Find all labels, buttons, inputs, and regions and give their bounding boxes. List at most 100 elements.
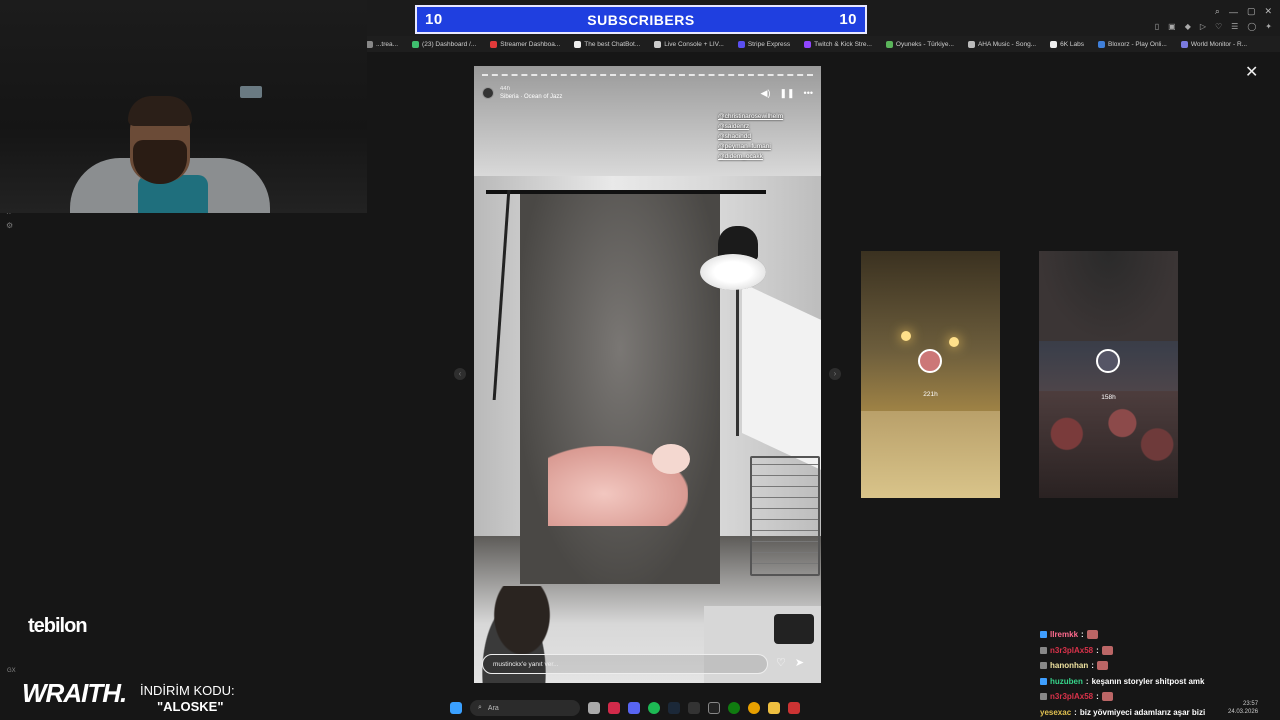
subscriber-banner: 10 SUBSCRIBERS 10 — [415, 5, 867, 34]
epic-games-icon[interactable] — [688, 702, 700, 714]
chat-text: biz yövmiyeci adamlarız aşar bizi — [1079, 707, 1206, 717]
bookmark-favicon-icon — [804, 40, 812, 48]
chat-message: huzuben: keşanın storyler shitpost amk — [1040, 674, 1280, 690]
bookmark-item[interactable]: ...trea... — [366, 40, 398, 48]
mention-tag[interactable]: @peyman_fumani — [718, 142, 783, 152]
close-viewer-icon[interactable]: ✕ — [1245, 62, 1258, 82]
speaker-icon[interactable]: ◀) — [761, 88, 771, 99]
side-story-thumbnail[interactable]: 221h — [861, 251, 1000, 498]
bookmark-item[interactable]: AHA Music - Song... — [967, 40, 1037, 48]
background-lamp — [240, 86, 262, 98]
bookmark-favicon-icon — [490, 40, 498, 48]
thumbnail-time: 221h — [923, 391, 938, 398]
bookmark-label: Twitch & Kick Stre... — [814, 40, 872, 48]
ai-icon[interactable]: ✦ — [1265, 22, 1272, 31]
windows-start-icon[interactable] — [450, 702, 462, 714]
next-story-button[interactable]: › — [829, 368, 841, 380]
story-music[interactable]: Siberia · Ocean of Jazz — [500, 94, 562, 100]
story-viewer[interactable]: 44h Siberia · Ocean of Jazz ◀) ❚❚ ••• @c… — [474, 66, 821, 683]
chat-username[interactable]: yesexac — [1040, 705, 1071, 720]
extension-icon[interactable]: ▣ — [1168, 22, 1176, 31]
chat-username[interactable]: hanonhan — [1050, 658, 1088, 674]
discord-icon[interactable] — [628, 702, 640, 714]
sidebar-icons: ·· ⚙ — [6, 208, 13, 232]
chat-username[interactable]: lIremkk — [1050, 627, 1078, 643]
spotify-icon[interactable] — [648, 702, 660, 714]
file-explorer-icon[interactable] — [588, 702, 600, 714]
bookmark-item[interactable]: Twitch & Kick Stre... — [804, 40, 872, 48]
system-clock[interactable]: 23:57 24.03.2026 — [1228, 700, 1258, 716]
bookmark-favicon-icon — [885, 40, 893, 48]
chat-username[interactable]: huzuben — [1050, 674, 1083, 690]
bookmark-item[interactable]: Oyuneks - Türkiye... — [885, 40, 954, 48]
equipment-cart — [750, 456, 820, 576]
xbox-icon[interactable] — [728, 702, 740, 714]
pause-icon[interactable]: ❚❚ — [779, 88, 794, 99]
close-window-icon[interactable]: ✕ — [1264, 6, 1272, 17]
chat-emote-icon — [1101, 645, 1113, 655]
chat-icon[interactable]: ◯ — [1247, 22, 1256, 31]
previous-story-button[interactable]: ‹ — [454, 368, 466, 380]
bookmark-label: AHA Music - Song... — [977, 40, 1037, 48]
bookmark-icon[interactable]: ▯ — [1155, 22, 1159, 31]
search-icon[interactable]: ⌕ — [1215, 6, 1220, 17]
restaurant-table — [861, 411, 1000, 498]
bookmark-label: Oyuneks - Türkiye... — [895, 40, 954, 48]
chat-text: keşanın storyler shitpost amk — [1091, 676, 1205, 686]
app-icon[interactable] — [788, 702, 800, 714]
story-avatar[interactable] — [482, 87, 494, 99]
bookmark-item[interactable]: Bloxorz - Play Onli... — [1097, 40, 1167, 48]
wraith-logo: WRAITH. — [22, 678, 127, 708]
bookmark-favicon-icon — [1050, 40, 1058, 48]
side-story-thumbnail[interactable]: 158h — [1039, 251, 1178, 498]
heart-icon[interactable]: ♡ — [1215, 22, 1222, 31]
chat-message: hanonhan: — [1040, 658, 1280, 674]
bookmark-label: Live Console + LIV... — [664, 40, 724, 48]
mention-tag[interactable]: @didem_ocakk — [718, 152, 783, 162]
chat-message: lIremkk: — [1040, 627, 1280, 643]
shield-icon[interactable]: ◆ — [1185, 22, 1191, 31]
subscriber-count-right: 10 — [839, 11, 857, 28]
bookmark-favicon-icon — [654, 40, 662, 48]
bookmark-favicon-icon — [366, 40, 373, 48]
bookmark-item[interactable]: Stripe Express — [737, 40, 790, 48]
bookmark-label: Streamer Dashboa... — [500, 40, 561, 48]
bookmark-item[interactable]: Streamer Dashboa... — [490, 40, 561, 48]
like-heart-icon[interactable]: ♡ — [776, 656, 786, 669]
folder-icon[interactable] — [768, 702, 780, 714]
chat-username[interactable]: n3r3plAx58 — [1050, 689, 1093, 705]
bookmark-item[interactable]: Live Console + LIV... — [654, 40, 724, 48]
maximize-icon[interactable]: ▢ — [1247, 6, 1256, 17]
settings-icon[interactable]: ⚙ — [6, 220, 13, 232]
mention-list: @christinarosewilhelm @saidenrz @shadihd… — [718, 112, 783, 162]
story-reply-input[interactable]: mustinckx'e yanıt ver... — [482, 654, 768, 674]
promo-code: "ALOSKE" — [157, 699, 224, 714]
mention-tag[interactable]: @saidenrz — [718, 122, 783, 132]
window-tools: ⌕ — ▢ ✕ — [1215, 6, 1272, 17]
mention-tag[interactable]: @shadihdd — [718, 132, 783, 142]
softbox-light — [700, 254, 766, 290]
subscriber-title: SUBSCRIBERS — [587, 11, 695, 28]
obs-icon[interactable] — [708, 702, 720, 714]
more-icon[interactable]: ••• — [804, 88, 813, 99]
minimize-icon[interactable]: — — [1229, 7, 1238, 17]
bookmark-favicon-icon — [1097, 40, 1105, 48]
steam-icon[interactable] — [668, 702, 680, 714]
bookmark-item[interactable]: The best ChatBot... — [574, 40, 640, 48]
send-icon[interactable]: ➤ — [795, 656, 804, 669]
bookmark-item[interactable]: World Monitor - R... — [1180, 40, 1247, 48]
bookmark-item[interactable]: 6K Labs — [1050, 40, 1084, 48]
search-icon: ⌕ — [478, 704, 482, 711]
sidebar-dots-icon[interactable]: ·· — [6, 208, 13, 220]
bookmark-item[interactable]: (23) Dashboard /... — [412, 40, 476, 48]
story-header: 44h Siberia · Ocean of Jazz ◀) ❚❚ ••• — [482, 82, 813, 104]
chat-username[interactable]: n3r3plAx58 — [1050, 643, 1093, 659]
play-icon[interactable]: ▷ — [1200, 22, 1206, 31]
reply-actions: ♡ ➤ — [776, 656, 804, 669]
mention-tag[interactable]: @christinarosewilhelm — [718, 112, 783, 122]
opera-gx-icon[interactable] — [608, 702, 620, 714]
backdrop-bar — [486, 190, 766, 194]
chrome-icon[interactable] — [748, 702, 760, 714]
taskbar-search[interactable]: ⌕ Ara — [470, 700, 580, 716]
list-icon[interactable]: ☰ — [1231, 22, 1238, 31]
